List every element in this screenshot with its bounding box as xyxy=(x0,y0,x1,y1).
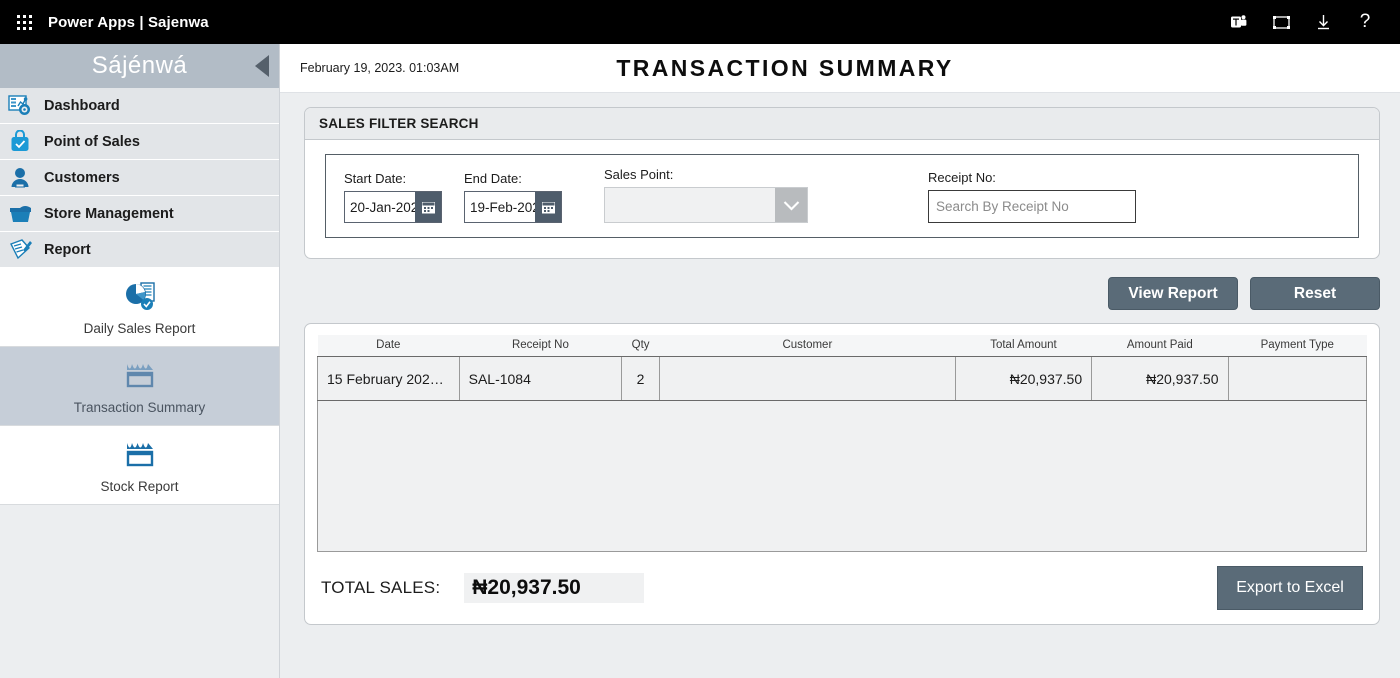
sidebar-item-label: Store Management xyxy=(44,206,174,222)
sidebar-item-label: Point of Sales xyxy=(44,134,140,150)
sidebar-logo: Sájénwá xyxy=(92,52,188,80)
cell-payment-type xyxy=(1228,357,1367,401)
sidebar-item-store-management[interactable]: Store Management xyxy=(0,196,279,232)
sidebar-subitem-label: Daily Sales Report xyxy=(84,321,196,336)
sales-point-group: Sales Point: xyxy=(604,167,808,223)
filter-actions: View Report Reset xyxy=(304,259,1380,310)
filter-fields-row: Start Date: xyxy=(325,154,1359,238)
table-empty-space xyxy=(317,401,1367,552)
export-to-excel-button[interactable]: Export to Excel xyxy=(1217,566,1363,610)
page-header: February 19, 2023. 01:03AM TRANSACTION S… xyxy=(280,44,1400,93)
total-sales-label: TOTAL SALES: xyxy=(321,578,440,598)
sidebar-item-label: Dashboard xyxy=(44,98,120,114)
sidebar: Sájénwá Dashboard xyxy=(0,44,280,678)
column-header-receipt-no[interactable]: Receipt No xyxy=(459,335,622,357)
sidebar-logo-row: Sájénwá xyxy=(0,44,279,88)
dashboard-chart-icon xyxy=(6,93,34,119)
sales-point-select[interactable] xyxy=(604,187,808,223)
transactions-table: Date Receipt No Qty Customer Total Amoun… xyxy=(317,335,1367,401)
calendar-icon[interactable] xyxy=(415,192,441,222)
column-header-total-amount[interactable]: Total Amount xyxy=(955,335,1091,357)
top-bar: Power Apps | Sajenwa xyxy=(0,0,1400,44)
sidebar-item-label: Customers xyxy=(44,170,120,186)
help-icon[interactable]: ? xyxy=(1344,0,1386,44)
cell-date: 15 February 2023 ... xyxy=(318,357,460,401)
sidebar-subitem-stock-report[interactable]: Stock Report xyxy=(0,426,279,505)
cell-total-amount: ₦20,937.50 xyxy=(955,357,1091,401)
sidebar-item-point-of-sales[interactable]: Point of Sales xyxy=(0,124,279,160)
cell-customer xyxy=(659,357,955,401)
start-date-label: Start Date: xyxy=(344,171,442,186)
total-sales-value: ₦20,937.50 xyxy=(464,573,644,603)
teams-icon[interactable] xyxy=(1218,0,1260,44)
end-date-label: End Date: xyxy=(464,171,562,186)
top-bar-actions: ? xyxy=(1218,0,1400,44)
end-date-input[interactable] xyxy=(465,192,535,222)
download-icon[interactable] xyxy=(1302,0,1344,44)
pie-chart-report-icon xyxy=(121,278,159,316)
sidebar-item-label: Report xyxy=(44,242,91,258)
view-report-button[interactable]: View Report xyxy=(1108,277,1238,310)
shopping-bag-icon xyxy=(6,129,34,155)
table-header-row: Date Receipt No Qty Customer Total Amoun… xyxy=(318,335,1367,357)
start-date-group: Start Date: xyxy=(344,171,442,223)
collapse-left-icon[interactable] xyxy=(255,55,269,77)
column-header-amount-paid[interactable]: Amount Paid xyxy=(1092,335,1228,357)
start-date-input[interactable] xyxy=(345,192,415,222)
totals-row: TOTAL SALES: ₦20,937.50 Export to Excel xyxy=(317,566,1367,610)
fullscreen-icon[interactable] xyxy=(1260,0,1302,44)
results-card: Date Receipt No Qty Customer Total Amoun… xyxy=(304,323,1380,625)
column-header-qty[interactable]: Qty xyxy=(622,335,660,357)
start-date-field[interactable] xyxy=(344,191,442,223)
sales-point-label: Sales Point: xyxy=(604,167,808,182)
cell-amount-paid: ₦20,937.50 xyxy=(1092,357,1228,401)
receipt-no-group: Receipt No: xyxy=(928,170,1136,223)
chevron-down-icon[interactable] xyxy=(775,188,807,222)
cell-receipt-no: SAL-1084 xyxy=(459,357,622,401)
cell-qty: 2 xyxy=(622,357,660,401)
clipboard-pen-icon xyxy=(6,237,34,263)
sidebar-item-dashboard[interactable]: Dashboard xyxy=(0,88,279,124)
person-icon xyxy=(6,165,34,191)
sales-point-value xyxy=(605,188,775,222)
store-tray-icon xyxy=(6,201,34,227)
storefront-icon xyxy=(121,436,159,474)
sidebar-subitem-label: Transaction Summary xyxy=(74,400,206,415)
content-area: SALES FILTER SEARCH Start Date: xyxy=(280,93,1400,625)
column-header-customer[interactable]: Customer xyxy=(659,335,955,357)
app-brand-title: Power Apps | Sajenwa xyxy=(48,14,209,31)
calendar-icon[interactable] xyxy=(535,192,561,222)
filter-card-title: SALES FILTER SEARCH xyxy=(305,108,1379,140)
storefront-icon xyxy=(121,357,159,395)
column-header-payment-type[interactable]: Payment Type xyxy=(1228,335,1367,357)
table-row[interactable]: 15 February 2023 ... SAL-1084 2 ₦20,937.… xyxy=(318,357,1367,401)
end-date-field[interactable] xyxy=(464,191,562,223)
reset-button[interactable]: Reset xyxy=(1250,277,1380,310)
sales-filter-card: SALES FILTER SEARCH Start Date: xyxy=(304,107,1380,259)
app-launcher-icon[interactable] xyxy=(0,0,48,44)
sidebar-subitem-daily-sales-report[interactable]: Daily Sales Report xyxy=(0,268,279,347)
column-header-date[interactable]: Date xyxy=(318,335,460,357)
current-datetime: February 19, 2023. 01:03AM xyxy=(300,61,459,75)
sidebar-item-customers[interactable]: Customers xyxy=(0,160,279,196)
main-content: February 19, 2023. 01:03AM TRANSACTION S… xyxy=(280,44,1400,678)
sidebar-subitem-transaction-summary[interactable]: Transaction Summary xyxy=(0,347,279,426)
sidebar-subitem-label: Stock Report xyxy=(100,479,178,494)
end-date-group: End Date: xyxy=(464,171,562,223)
receipt-no-input[interactable] xyxy=(928,190,1136,223)
sidebar-item-report[interactable]: Report xyxy=(0,232,279,268)
receipt-no-label: Receipt No: xyxy=(928,170,1136,185)
